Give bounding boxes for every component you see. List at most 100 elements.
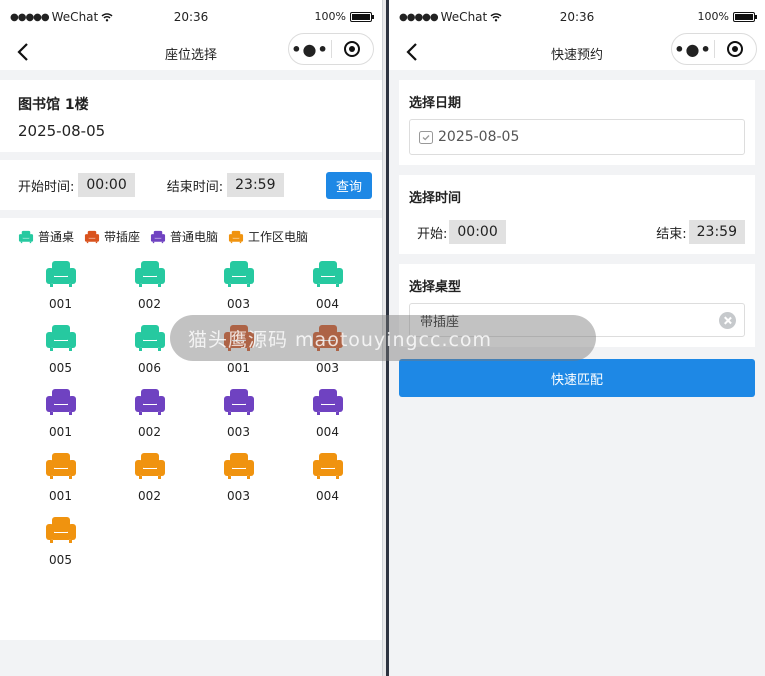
query-button[interactable]: 查询 [325, 171, 372, 199]
start-time-picker[interactable]: 00:00 [78, 173, 135, 197]
seat-icon [18, 230, 34, 243]
seat-item[interactable]: 005 [16, 513, 105, 567]
calendar-check-icon [419, 131, 433, 144]
status-bar: ●●●●● WeChat 20:36 100% [389, 0, 765, 36]
desk-type-title: 选择桌型 [409, 280, 462, 295]
seat-icon [45, 261, 76, 287]
record-icon [344, 41, 361, 57]
seat-number: 001 [49, 425, 72, 439]
seat-icon [312, 453, 343, 479]
seat-number: 002 [138, 425, 161, 439]
seat-number: 004 [316, 425, 339, 439]
mini-program-capsule: •●• [671, 33, 757, 65]
time-section: 选择时间 开始: 00:00 结束: 23:59 [399, 175, 755, 254]
end-label: 结束: [656, 226, 687, 242]
seat-number: 003 [316, 361, 339, 375]
seat-icon [45, 453, 76, 479]
status-bar: ●●●●● WeChat 20:36 100% [0, 0, 382, 36]
seat-number: 005 [49, 361, 72, 375]
clear-icon[interactable] [719, 311, 736, 329]
seat-item[interactable]: 005 [16, 321, 105, 375]
end-time-picker[interactable]: 23:59 [227, 173, 284, 197]
seat-number: 003 [227, 297, 250, 311]
seat-item[interactable]: 004 [283, 257, 372, 311]
end-time-picker[interactable]: 23:59 [688, 220, 745, 244]
seat-icon [134, 389, 165, 415]
seat-icon [45, 517, 76, 543]
seat-number: 002 [138, 297, 161, 311]
battery-icon [733, 11, 757, 22]
legend-item: 普通电脑 [150, 228, 218, 245]
seat-icon [312, 389, 343, 415]
start-label: 开始: [417, 226, 448, 242]
seat-number: 001 [227, 361, 250, 375]
close-mini-program-button[interactable] [332, 41, 373, 57]
legend-item: 普通桌 [18, 228, 74, 245]
library-info-card: 图书馆 1楼 2025-08-05 [0, 80, 382, 152]
seat-icon [223, 389, 254, 415]
seat-icon [45, 389, 76, 415]
seat-item[interactable]: 004 [283, 385, 372, 439]
library-date: 2025-08-05 [18, 122, 106, 140]
library-name: 图书馆 1楼 [18, 97, 89, 113]
nav-bar: 座位选择 •●• [0, 33, 382, 70]
seat-number: 005 [49, 553, 72, 567]
seat-item[interactable]: 003 [194, 257, 283, 311]
seat-number: 004 [316, 489, 339, 503]
mini-program-capsule: •●• [288, 33, 374, 65]
seat-number: 003 [227, 425, 250, 439]
seat-item[interactable]: 001 [16, 257, 105, 311]
seat-grid: 001 002 003 004 005 006 001 003 001 002 003 004 001 0… [16, 257, 370, 567]
time-section-title: 选择时间 [409, 191, 462, 206]
seat-item[interactable]: 002 [105, 449, 194, 503]
seat-number: 004 [316, 297, 339, 311]
seat-number: 001 [49, 489, 72, 503]
seat-icon [228, 230, 244, 243]
battery-percent: 100% [314, 10, 346, 23]
seat-icon [223, 261, 254, 287]
seat-icon [312, 261, 343, 287]
seat-icon [45, 325, 76, 351]
seat-item[interactable]: 002 [105, 385, 194, 439]
date-picker[interactable]: 2025-08-05 [409, 119, 745, 155]
legend-label: 普通电脑 [170, 230, 219, 244]
battery-percent: 100% [697, 10, 729, 23]
legend-item: 带插座 [84, 228, 140, 245]
watermark-banner: 猫头鹰源码 maotouyingcc.com [170, 315, 596, 361]
date-section: 选择日期 2025-08-05 [399, 80, 755, 165]
seat-icon [134, 325, 165, 351]
record-icon [727, 41, 744, 57]
seat-item[interactable]: 004 [283, 449, 372, 503]
seat-item[interactable]: 002 [105, 257, 194, 311]
date-section-title: 选择日期 [409, 96, 462, 111]
date-value: 2025-08-05 [438, 129, 520, 145]
seat-type-legend: 普通桌 带插座 普通电脑 工作区电脑 [18, 228, 370, 245]
battery-icon [350, 11, 374, 22]
more-icon[interactable]: •●• [289, 40, 331, 59]
seat-icon [134, 261, 165, 287]
seat-icon [134, 453, 165, 479]
seat-map-card: 普通桌 带插座 普通电脑 工作区电脑 001 002 003 004 005 006 001 003… [0, 218, 382, 640]
seat-number: 006 [138, 361, 161, 375]
more-icon[interactable]: •●• [672, 40, 714, 59]
legend-item: 工作区电脑 [228, 228, 308, 245]
seat-item[interactable]: 003 [194, 449, 283, 503]
seat-item[interactable]: 001 [16, 385, 105, 439]
end-time-label: 结束时间: [166, 179, 224, 195]
seat-number: 003 [227, 489, 250, 503]
seat-icon [223, 453, 254, 479]
close-mini-program-button[interactable] [715, 41, 756, 57]
seat-number: 001 [49, 297, 72, 311]
seat-item[interactable]: 003 [194, 385, 283, 439]
legend-label: 普通桌 [38, 230, 75, 244]
start-time-picker[interactable]: 00:00 [449, 220, 506, 244]
start-time-label: 开始时间: [18, 179, 75, 195]
time-filter-bar: 开始时间: 00:00 结束时间: 23:59 查询 [0, 160, 382, 210]
nav-bar: 快速预约 •●• [389, 33, 765, 70]
seat-item[interactable]: 001 [16, 449, 105, 503]
seat-icon [84, 230, 100, 243]
seat-number: 002 [138, 489, 161, 503]
quick-match-button[interactable]: 快速匹配 [399, 359, 755, 397]
legend-label: 工作区电脑 [248, 230, 309, 244]
legend-label: 带插座 [104, 230, 141, 244]
